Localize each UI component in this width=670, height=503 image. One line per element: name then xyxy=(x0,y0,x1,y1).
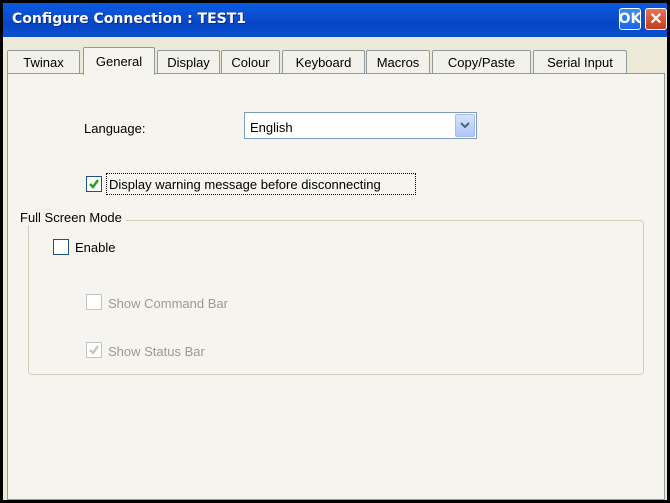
close-button[interactable]: ✕ xyxy=(645,8,667,30)
ok-button[interactable]: OK xyxy=(619,8,641,30)
tab-copy-paste[interactable]: Copy/Paste xyxy=(432,50,531,74)
language-select[interactable]: English xyxy=(244,112,477,139)
tab-display[interactable]: Display xyxy=(157,50,220,74)
warn-disconnect-checkbox[interactable] xyxy=(86,176,102,192)
tab-strip: Twinax General Display Colour Keyboard M… xyxy=(7,47,667,75)
show-command-bar-checkbox[interactable] xyxy=(86,294,102,310)
show-status-bar-checkbox[interactable] xyxy=(86,342,102,358)
show-command-bar-label[interactable]: Show Command Bar xyxy=(108,296,228,311)
language-select-value: English xyxy=(250,120,293,135)
title-bar: Configure Connection : TEST1 OK ✕ xyxy=(3,3,667,37)
warn-disconnect-label[interactable]: Display warning message before disconnec… xyxy=(109,177,381,192)
checkmark-icon xyxy=(89,179,99,189)
enable-fullscreen-checkbox[interactable] xyxy=(53,239,69,255)
tab-twinax[interactable]: Twinax xyxy=(7,50,80,74)
tab-colour[interactable]: Colour xyxy=(221,50,280,74)
general-tab-panel: Language: English Display warning messag… xyxy=(7,73,665,500)
tab-macros[interactable]: Macros xyxy=(366,50,430,74)
chevron-down-icon[interactable] xyxy=(455,114,475,137)
full-screen-group-title: Full Screen Mode xyxy=(18,210,126,225)
dialog-window: Configure Connection : TEST1 OK ✕ Twinax… xyxy=(0,0,670,503)
checkmark-icon xyxy=(89,345,99,355)
language-label: Language: xyxy=(84,121,146,136)
tab-general[interactable]: General xyxy=(83,47,155,75)
window-title: Configure Connection : TEST1 xyxy=(12,11,247,27)
show-status-bar-label[interactable]: Show Status Bar xyxy=(108,344,205,359)
tab-keyboard[interactable]: Keyboard xyxy=(282,50,365,74)
tab-serial-input[interactable]: Serial Input xyxy=(533,50,627,74)
enable-fullscreen-label[interactable]: Enable xyxy=(75,240,115,255)
